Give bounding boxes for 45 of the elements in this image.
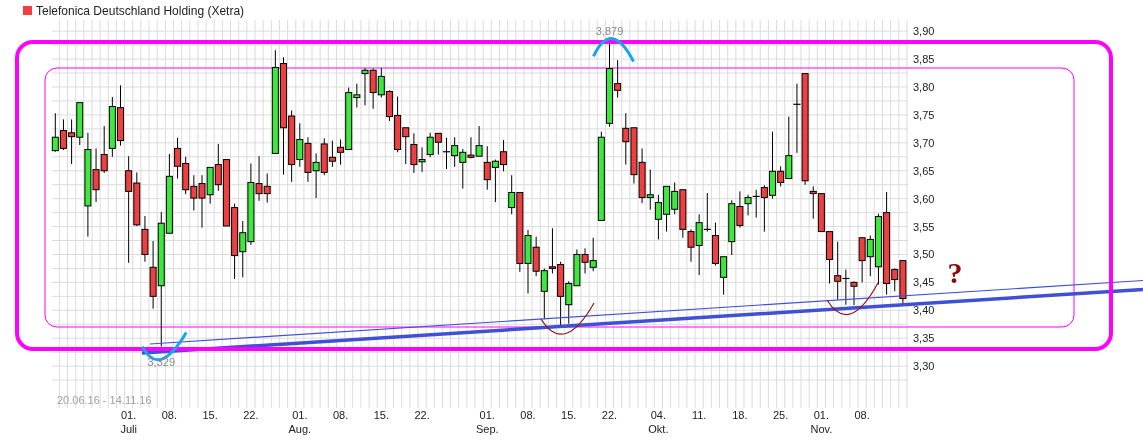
y-axis-label: 3,50	[913, 248, 935, 261]
month-label: Juli	[120, 423, 137, 435]
support-curve	[826, 282, 879, 316]
month-label: Nov.	[810, 423, 833, 435]
month-label: Aug.	[288, 423, 312, 435]
question-mark: ?	[947, 256, 963, 289]
month-label: Okt.	[648, 423, 669, 435]
support-curve	[540, 302, 595, 335]
y-axis-label: 3,60	[913, 192, 935, 205]
y-axis-label: 3,30	[913, 360, 935, 373]
y-axis-label: 3,40	[913, 304, 935, 317]
y-axis-label: 3,45	[913, 276, 935, 289]
candlestick	[442, 137, 451, 170]
y-axis-label: 3,55	[913, 220, 935, 233]
y-axis-label: 3,90	[913, 25, 935, 38]
x-axis-label: 08.	[854, 409, 870, 421]
x-axis-label: 01.	[121, 409, 137, 421]
x-axis-label: 18.	[732, 409, 748, 421]
x-axis-label: 22.	[414, 409, 430, 421]
y-axis-label: 3,80	[913, 81, 935, 93]
y-axis-label: 3,75	[913, 108, 935, 121]
x-axis-label: 01.	[292, 409, 308, 421]
date-range-label: 20.06.16 - 14.11.16	[57, 394, 152, 406]
y-axis-label: 3,65	[913, 164, 935, 177]
x-axis-label: 15.	[373, 409, 389, 421]
price-label: 3,329	[147, 355, 175, 368]
x-axis-label: 04.	[650, 409, 667, 421]
x-axis-label: 15.	[202, 409, 218, 421]
x-axis-label: 22.	[243, 409, 259, 421]
y-axis-label: 3,35	[913, 332, 935, 345]
y-axis-label: 3,70	[913, 136, 935, 149]
x-axis-label: 01.	[479, 409, 495, 421]
x-axis-label: 08.	[161, 409, 178, 421]
month-label: Sep.	[475, 423, 499, 435]
y-axis-label: 3,85	[913, 53, 935, 66]
x-axis-label: 15.	[561, 409, 577, 421]
price-label: 3,879	[595, 25, 624, 38]
x-axis-label: 25.	[773, 409, 789, 421]
x-axis-label: 11.	[691, 409, 707, 421]
high-marker-stroke	[592, 37, 635, 63]
x-axis-label: 22.	[601, 409, 618, 421]
x-axis-label: 01.	[813, 409, 830, 421]
x-axis-label: 08.	[520, 409, 536, 421]
legend-label: Telefonica Deutschland Holding (Xetra)	[36, 4, 245, 18]
x-axis-label: 08.	[332, 409, 349, 421]
